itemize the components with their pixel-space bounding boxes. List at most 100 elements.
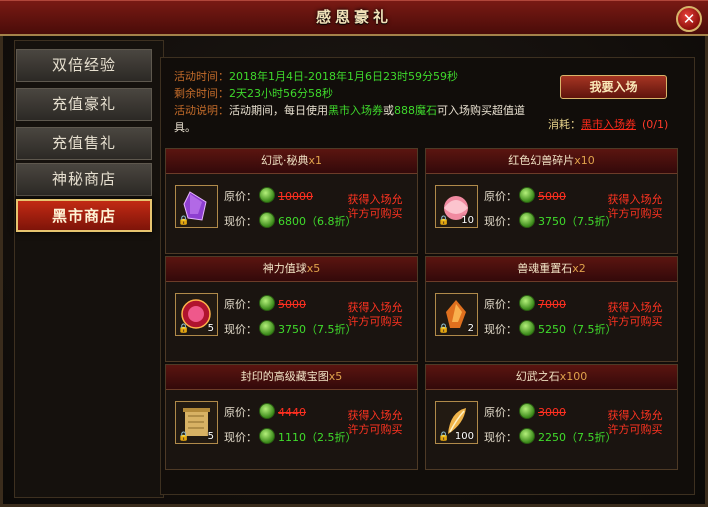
original-price: 3000 — [538, 406, 566, 419]
purchase-note: 获得入场允许方可购买 — [607, 193, 663, 220]
lock-icon: 🔒 — [178, 216, 190, 226]
item-count: 5 — [207, 431, 214, 442]
original-label: 原价： — [224, 406, 257, 419]
original-price-row: 原价： 3000 — [484, 403, 566, 420]
cost-ticket-link[interactable]: 黑市入场券 — [581, 118, 636, 131]
sidebar-item-recharge-sale[interactable]: 充值售礼 — [16, 127, 152, 160]
item-card: 幻武·秘典x1 🔒 原价： 10000 现价： 6800（6.8折） 获得入场允许方… — [165, 148, 418, 254]
item-title: 神力值球x5 — [166, 257, 417, 282]
item-slot[interactable]: 🔒 5 — [175, 401, 218, 444]
original-price-row: 原价： 5000 — [484, 187, 566, 204]
original-price-row: 原价： 10000 — [224, 187, 313, 204]
current-price-row: 现价： 2250（7.5折） — [484, 428, 617, 445]
item-title: 兽魂重置石x2 — [426, 257, 677, 282]
coin-icon — [519, 295, 535, 311]
item-name: 封印的高级藏宝图 — [240, 370, 329, 383]
item-slot[interactable]: 🔒 5 — [175, 293, 218, 336]
coin-icon — [259, 295, 275, 311]
purchase-note: 获得入场允许方可购买 — [347, 193, 403, 220]
item-title: 幻武·秘典x1 — [166, 149, 417, 174]
desc-ticket: 黑市入场券 — [328, 104, 383, 117]
current-label: 现价： — [224, 323, 257, 336]
current-label: 现价： — [484, 215, 517, 228]
sidebar-item-mystery-shop[interactable]: 神秘商店 — [16, 163, 152, 196]
item-title: 幻武之石x100 — [426, 365, 677, 390]
original-label: 原价： — [224, 190, 257, 203]
original-price-row: 原价： 7000 — [484, 295, 566, 312]
desc-gems: 888魔石 — [394, 104, 437, 117]
original-label: 原价： — [484, 190, 517, 203]
item-slot[interactable]: 🔒 — [175, 185, 218, 228]
coin-icon — [259, 428, 275, 444]
item-count: 2 — [467, 323, 474, 334]
item-card: 红色幻兽碎片x10 🔒 10 原价： 5000 现价： 3750（7.5折） 获得入… — [425, 148, 678, 254]
item-count: 10 — [461, 215, 474, 226]
coin-icon — [519, 187, 535, 203]
item-name: 神力值球 — [262, 262, 307, 275]
desc-part2: 或 — [383, 104, 394, 117]
item-title: 红色幻兽碎片x10 — [426, 149, 677, 174]
item-qty: x1 — [308, 154, 322, 167]
item-qty: x5 — [306, 262, 321, 275]
item-qty: x100 — [559, 370, 588, 383]
item-qty: x10 — [574, 154, 595, 167]
current-price-row: 现价： 3750（7.5折） — [224, 320, 357, 337]
current-label: 现价： — [484, 323, 517, 336]
item-count: 100 — [454, 431, 474, 442]
coin-icon — [259, 403, 275, 419]
original-price: 10000 — [278, 190, 313, 203]
coin-icon — [259, 187, 275, 203]
desc-part1: 活动期间，每日使用 — [229, 104, 328, 117]
current-price-row: 现价： 6800（6.8折） — [224, 212, 357, 229]
coin-icon — [519, 320, 535, 336]
item-slot[interactable]: 🔒 10 — [435, 185, 478, 228]
item-name: 兽魂重置石 — [517, 262, 573, 275]
original-price: 5000 — [538, 190, 566, 203]
item-name: 幻武·秘典 — [260, 154, 309, 167]
time-value: 2018年1月4日-2018年1月6日23时59分59秒 — [229, 70, 458, 83]
original-price: 5000 — [278, 298, 306, 311]
lock-icon: 🔒 — [178, 432, 190, 442]
remain-label: 剩余时间： — [174, 87, 229, 100]
close-icon[interactable]: ✕ — [676, 6, 702, 32]
lock-icon: 🔒 — [438, 432, 450, 442]
sidebar-item-black-market[interactable]: 黑市商店 — [16, 199, 152, 232]
original-price: 7000 — [538, 298, 566, 311]
original-label: 原价： — [224, 298, 257, 311]
item-card: 神力值球x5 🔒 5 原价： 5000 现价： 3750（7.5折） 获得入场允许方… — [165, 256, 418, 362]
cost-info: 消耗：黑市入场券 (0/1) — [548, 116, 668, 132]
coin-icon — [519, 212, 535, 228]
item-qty: x2 — [572, 262, 586, 275]
item-name: 红色幻兽碎片 — [508, 154, 575, 167]
sidebar-item-recharge-gift[interactable]: 充值豪礼 — [16, 88, 152, 121]
purchase-note: 获得入场允许方可购买 — [607, 301, 663, 328]
item-card: 封印的高级藏宝图x5 🔒 5 原价： 4440 现价： 1110（2.5折） 获得入… — [165, 364, 418, 470]
item-slot[interactable]: 🔒 100 — [435, 401, 478, 444]
sidebar-item-double-exp[interactable]: 双倍经验 — [16, 49, 152, 82]
original-label: 原价： — [484, 406, 517, 419]
purchase-note: 获得入场允许方可购买 — [347, 409, 403, 436]
desc-part4: 具。 — [174, 121, 196, 134]
event-info: 活动时间：2018年1月4日-2018年1月6日23时59分59秒 剩余时间：2… — [174, 68, 554, 136]
current-label: 现价： — [484, 431, 517, 444]
purchase-note: 获得入场允许方可购买 — [347, 301, 403, 328]
coin-icon — [259, 212, 275, 228]
time-label: 活动时间： — [174, 70, 229, 83]
item-slot[interactable]: 🔒 2 — [435, 293, 478, 336]
item-count: 5 — [207, 323, 214, 334]
original-label: 原价： — [484, 298, 517, 311]
cost-label: 消耗： — [548, 118, 581, 131]
original-price-row: 原价： 5000 — [224, 295, 306, 312]
title-bar: 感恩豪礼 ✕ — [0, 0, 708, 36]
current-price-row: 现价： 1110（2.5折） — [224, 428, 357, 445]
cost-count: (0/1) — [642, 118, 669, 131]
coin-icon — [519, 403, 535, 419]
lock-icon: 🔒 — [438, 216, 450, 226]
lock-icon: 🔒 — [438, 324, 450, 334]
current-label: 现价： — [224, 215, 257, 228]
current-price-row: 现价： 3750（7.5折） — [484, 212, 617, 229]
enter-button[interactable]: 我要入场 — [560, 75, 667, 99]
item-title: 封印的高级藏宝图x5 — [166, 365, 417, 390]
item-card: 兽魂重置石x2 🔒 2 原价： 7000 现价： 5250（7.5折） 获得入场允许… — [425, 256, 678, 362]
desc-label: 活动说明： — [174, 104, 229, 117]
